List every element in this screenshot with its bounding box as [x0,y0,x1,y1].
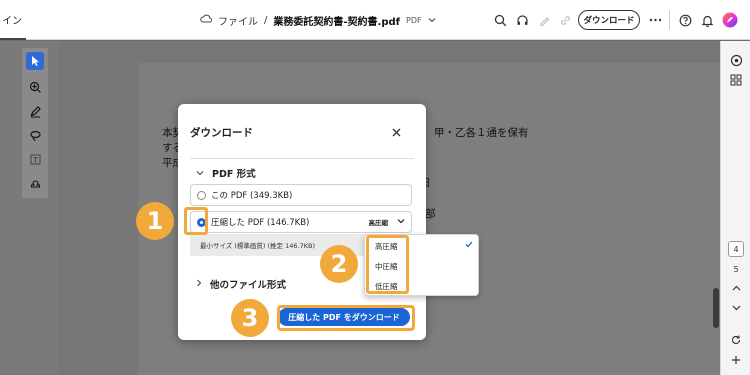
vertical-scrollbar[interactable] [713,288,719,328]
avatar[interactable] [721,11,739,29]
stamp-icon[interactable] [26,174,44,192]
option-label: 圧縮した PDF (146.7KB) [211,218,310,228]
section-other-formats[interactable]: 他のファイル形式 [196,277,286,291]
option-compressed-pdf[interactable]: 圧縮した PDF (146.7KB) 高圧縮 [190,211,412,233]
divider [190,158,414,159]
document-text: 甲・乙各１通を保有 [434,127,529,139]
zoom-add-comment-icon[interactable] [26,78,44,96]
more-options-icon[interactable] [646,11,664,29]
file-type-badge: PDF [406,15,422,25]
highlight-frame [366,235,409,294]
radio-button[interactable] [197,190,206,200]
step-marker: 3 [231,299,269,337]
chevron-down-icon[interactable] [397,217,405,227]
highlight-frame [184,207,208,235]
compression-level-select[interactable]: 高圧縮 [369,217,389,227]
headphones-icon[interactable] [513,11,531,29]
rotate-icon[interactable] [727,331,745,349]
chevron-down-icon [196,168,204,179]
section-label: PDF 形式 [212,169,256,180]
document-text: 部 [425,208,436,220]
thumbnails-icon[interactable] [727,71,745,89]
ai-assistant-icon[interactable] [727,51,745,69]
select-cursor-icon[interactable] [26,52,44,70]
file-name[interactable]: 業務委託契約書-契約書.pdf [273,13,400,28]
active-tab-indicator [0,38,26,40]
close-icon[interactable] [389,125,403,139]
page-number[interactable]: 5 [728,261,744,277]
option-original-pdf[interactable]: この PDF (349.3KB) [190,184,412,206]
breadcrumb: ファイル / 業務委託契約書-契約書.pdf PDF [200,10,436,30]
help-icon[interactable] [676,11,694,29]
top-toolbar: イン ファイル / 業務委託契約書-契約書.pdf PDF ダウンロード [0,0,750,40]
download-button[interactable]: ダウンロード [578,10,640,30]
sign-icon[interactable] [535,11,553,29]
dialog-title: ダウンロード [190,127,253,139]
chevron-right-icon [196,279,202,290]
option-label: この PDF (349.3KB) [211,191,293,201]
pen-icon[interactable] [26,102,44,120]
right-rail: 4 5 [720,41,750,375]
chevron-down-icon[interactable] [428,15,436,26]
checkmark-icon [465,241,473,250]
step-marker: 1 [136,202,174,240]
text-select-icon[interactable] [26,150,44,168]
zoom-in-icon[interactable] [727,351,745,369]
section-pdf-format[interactable]: PDF 形式 [196,166,256,180]
chevron-up-icon[interactable] [727,279,745,297]
tab-fragment[interactable]: イン [2,12,22,27]
breadcrumb-separator: / [264,14,268,26]
search-icon[interactable] [491,11,509,29]
highlight-frame [277,305,415,331]
chevron-down-icon[interactable] [727,299,745,317]
link-icon[interactable] [556,11,574,29]
cloud-icon [200,14,213,26]
page-number-current[interactable]: 4 [728,241,744,257]
bell-icon[interactable] [698,11,716,29]
lasso-icon[interactable] [26,126,44,144]
step-marker: 2 [320,245,358,283]
breadcrumb-files-link[interactable]: ファイル [218,13,258,28]
section-label: 他のファイル形式 [210,280,287,291]
toolbar-divider [669,10,670,30]
